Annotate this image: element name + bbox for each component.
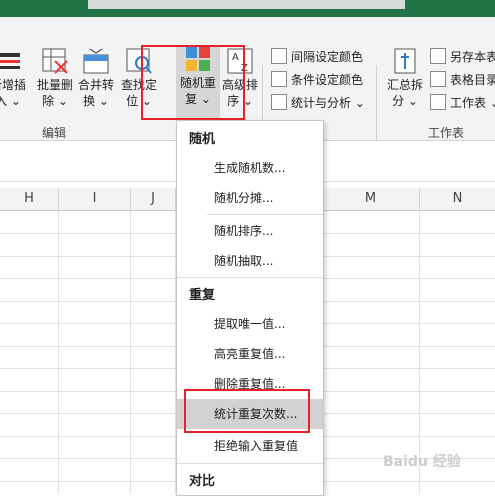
insert-label-2: 入 ⌄ <box>0 94 21 108</box>
worksheet-label: 工作表 ⌄ <box>450 96 495 110</box>
sheet-directory-button[interactable]: 表格目录 <box>430 70 495 90</box>
group-label-worksheet: 工作表 <box>428 126 465 140</box>
merge-convert-icon <box>82 47 110 75</box>
column-gridline <box>130 210 131 494</box>
merge-convert-label-2: 换 ⌄ <box>83 94 109 108</box>
menu-divider <box>177 277 323 278</box>
condition-color-label: 条件设定颜色 <box>291 73 364 87</box>
interval-color-button[interactable]: 间隔设定颜色 <box>271 47 363 67</box>
watermark: Baidu 经验 <box>383 454 461 470</box>
batch-delete-button[interactable]: 批量删 除 ⌄ <box>33 47 77 132</box>
column-header-i[interactable]: I <box>59 188 131 211</box>
stats-analysis-button[interactable]: 统计与分析 ⌄ <box>271 93 365 113</box>
batch-delete-label-2: 除 ⌄ <box>42 94 68 108</box>
column-header-j[interactable]: J <box>131 188 176 211</box>
stats-analysis-label: 统计与分析 ⌄ <box>291 96 365 110</box>
condition-color-icon <box>271 71 287 87</box>
summary-split-label-1: 汇总拆 <box>386 78 423 92</box>
menu-item-random-pick[interactable]: 随机抽取... <box>177 246 323 276</box>
insert-button[interactable]: 新增插 入 ⌄ <box>0 47 30 132</box>
worksheet-icon <box>430 94 446 110</box>
summary-split-icon <box>391 47 419 75</box>
insert-label-1: 新增插 <box>0 78 26 92</box>
menu-item-generate-random[interactable]: 生成随机数... <box>177 153 323 183</box>
menu-item-highlight-duplicates[interactable]: 高亮重复值... <box>177 339 323 369</box>
group-label-edit: 编辑 <box>42 126 67 140</box>
column-header-m[interactable]: M <box>322 188 420 211</box>
save-sheet-button[interactable]: 另存本表 <box>430 47 495 67</box>
menu-header-random: 随机 <box>189 132 216 147</box>
column-gridline <box>58 210 59 494</box>
column-header-h[interactable]: H <box>0 188 59 211</box>
merge-convert-label-1: 合并转 <box>77 78 114 92</box>
interval-color-label: 间隔设定颜色 <box>291 50 364 64</box>
batch-delete-label-1: 批量删 <box>36 78 73 92</box>
highlight-box-ribbon <box>141 45 245 120</box>
summary-split-button[interactable]: 汇总拆 分 ⌄ <box>383 47 427 132</box>
worksheet-button[interactable]: 工作表 ⌄ <box>430 93 495 113</box>
group-separator <box>376 65 377 147</box>
random-repeat-menu: 随机 生成随机数... 随机分摊... 随机排序... 随机抽取... 重复 提… <box>176 120 324 496</box>
save-sheet-label: 另存本表 <box>450 50 495 64</box>
menu-item-reject-duplicate-input[interactable]: 拒绝输入重复值 <box>177 431 323 461</box>
sheet-directory-icon <box>430 71 446 87</box>
merge-convert-button[interactable]: 合并转 换 ⌄ <box>74 47 118 132</box>
menu-divider <box>177 463 323 464</box>
sheet-directory-label: 表格目录 <box>450 73 495 87</box>
menu-divider <box>207 214 323 215</box>
menu-header-compare: 对比 <box>189 474 216 489</box>
menu-item-random-sort[interactable]: 随机排序... <box>177 216 323 246</box>
title-bar <box>0 0 495 17</box>
insert-icon <box>0 47 22 75</box>
interval-color-icon <box>271 48 287 64</box>
batch-delete-icon <box>41 47 69 75</box>
column-header-n[interactable]: N <box>420 188 495 211</box>
summary-split-label-2: 分 ⌄ <box>392 94 418 108</box>
highlight-box-menu-item <box>184 389 310 433</box>
menu-item-extract-unique[interactable]: 提取唯一值... <box>177 309 323 339</box>
stats-analysis-icon <box>271 94 287 110</box>
menu-item-random-split[interactable]: 随机分摊... <box>177 183 323 213</box>
menu-header-repeat: 重复 <box>189 288 216 303</box>
condition-color-button[interactable]: 条件设定颜色 <box>271 70 363 90</box>
save-sheet-icon <box>430 48 446 64</box>
search-bar[interactable] <box>88 0 405 9</box>
